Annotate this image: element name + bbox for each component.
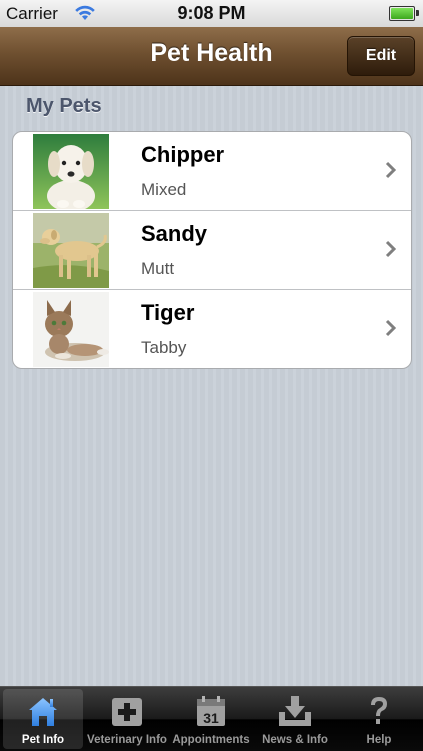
tab-label: Veterinary Info xyxy=(87,734,167,746)
pet-photo-white-puppy xyxy=(33,134,109,209)
medical-cross-icon xyxy=(112,698,142,726)
pet-breed: Tabby xyxy=(141,338,187,357)
pet-name: Tiger xyxy=(141,300,195,325)
edit-button[interactable]: Edit xyxy=(347,36,415,76)
tab-label: Appointments xyxy=(172,734,250,746)
pet-photo-tabby-kitten xyxy=(33,292,109,367)
pet-photo-yellow-labrador xyxy=(33,213,109,288)
tab-help[interactable]: Help xyxy=(339,689,419,749)
chevron-right-icon xyxy=(385,161,397,179)
calendar-icon: 31 xyxy=(197,696,225,726)
chevron-right-icon xyxy=(385,319,397,337)
clock-label: 9:08 PM xyxy=(177,3,246,23)
navigation-bar: Pet Health Edit xyxy=(0,27,423,86)
house-icon xyxy=(29,698,57,726)
pet-name: Chipper xyxy=(141,142,225,167)
tab-label: Pet Info xyxy=(21,734,65,746)
calendar-day-text: 31 xyxy=(203,710,219,726)
pet-row-tiger[interactable]: Tiger Tabby xyxy=(13,290,411,368)
battery-icon xyxy=(389,6,419,21)
main-content: My Pets Chipper Mixed Sandy Mutt Tiger T… xyxy=(0,86,423,686)
tab-news-info[interactable]: News & Info xyxy=(255,689,335,749)
question-mark-icon xyxy=(371,697,387,724)
pet-list: Chipper Mixed Sandy Mutt Tiger Tabby xyxy=(12,131,412,369)
pet-name: Sandy xyxy=(141,221,208,246)
status-bar: Carrier 9:08 PM xyxy=(0,0,423,27)
pet-row-chipper[interactable]: Chipper Mixed xyxy=(13,132,411,211)
tab-bar: Pet Info Veterinary Info 31 Appointments… xyxy=(0,686,423,751)
pet-row-sandy[interactable]: Sandy Mutt xyxy=(13,211,411,290)
tab-pet-info[interactable]: Pet Info xyxy=(3,689,83,749)
tab-veterinary-info[interactable]: Veterinary Info xyxy=(87,689,167,749)
pet-breed: Mutt xyxy=(141,259,175,278)
tab-appointments[interactable]: 31 Appointments xyxy=(171,689,251,749)
tab-label: News & Info xyxy=(262,734,328,746)
section-title: My Pets xyxy=(26,95,102,117)
download-tray-icon xyxy=(279,696,311,726)
pet-breed: Mixed xyxy=(141,180,187,199)
tab-label: Help xyxy=(366,734,392,746)
chevron-right-icon xyxy=(385,240,397,258)
